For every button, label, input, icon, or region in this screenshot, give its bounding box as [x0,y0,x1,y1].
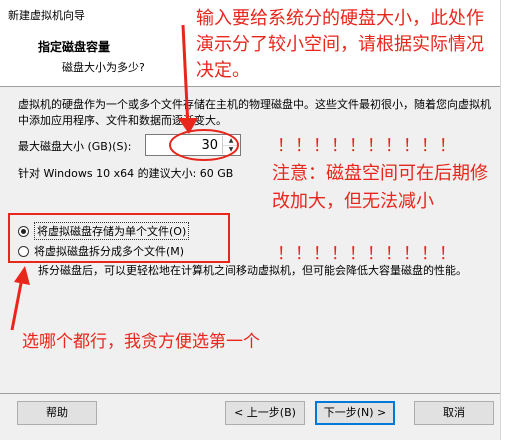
annotation-exclaim-top: ！！！！！！！！！！ [277,136,457,156]
stepper-buttons: ▲ ▼ [222,136,239,154]
cancel-button[interactable]: 取消 [414,401,494,425]
annotation-top: 输入要给系统分的硬盘大小，此处作演示分了较小空间，请根据实际情况决定。 [196,8,484,81]
annotation-exclaim-bottom: ！！！！！！！！！！ [277,244,457,264]
stepper-down-icon[interactable]: ▼ [223,145,239,154]
max-disk-size-label: 最大磁盘大小 (GB)(S): [18,140,132,153]
page-title: 指定磁盘容量 [38,40,111,54]
page-subtitle: 磁盘大小为多少? [62,61,145,74]
max-disk-size-stepper[interactable]: 30 ▲ ▼ [145,134,241,156]
help-button[interactable]: 帮助 [17,401,97,425]
back-button[interactable]: < 上一步(B) [225,401,305,425]
recommended-size-text: 针对 Windows 10 x64 的建议大小: 60 GB [18,167,234,180]
disk-description: 虚拟机的硬盘作为一个或多个文件存储在主机的物理磁盘中。这些文件最初很小，随着您向… [18,98,491,127]
annotation-warning: 注意：磁盘空间可在后期修改加大，但无法减小 [272,163,488,212]
footer-divider [0,393,500,394]
background-window-edge [500,0,513,440]
annotation-radio-highlight-box [8,213,230,263]
max-disk-size-value[interactable]: 30 [201,138,218,153]
annotation-bottom: 选哪个都行，我贪方便选第一个 [22,332,260,352]
next-button[interactable]: 下一步(N) > [315,401,395,425]
window-title: 新建虚拟机向导 [8,9,85,22]
